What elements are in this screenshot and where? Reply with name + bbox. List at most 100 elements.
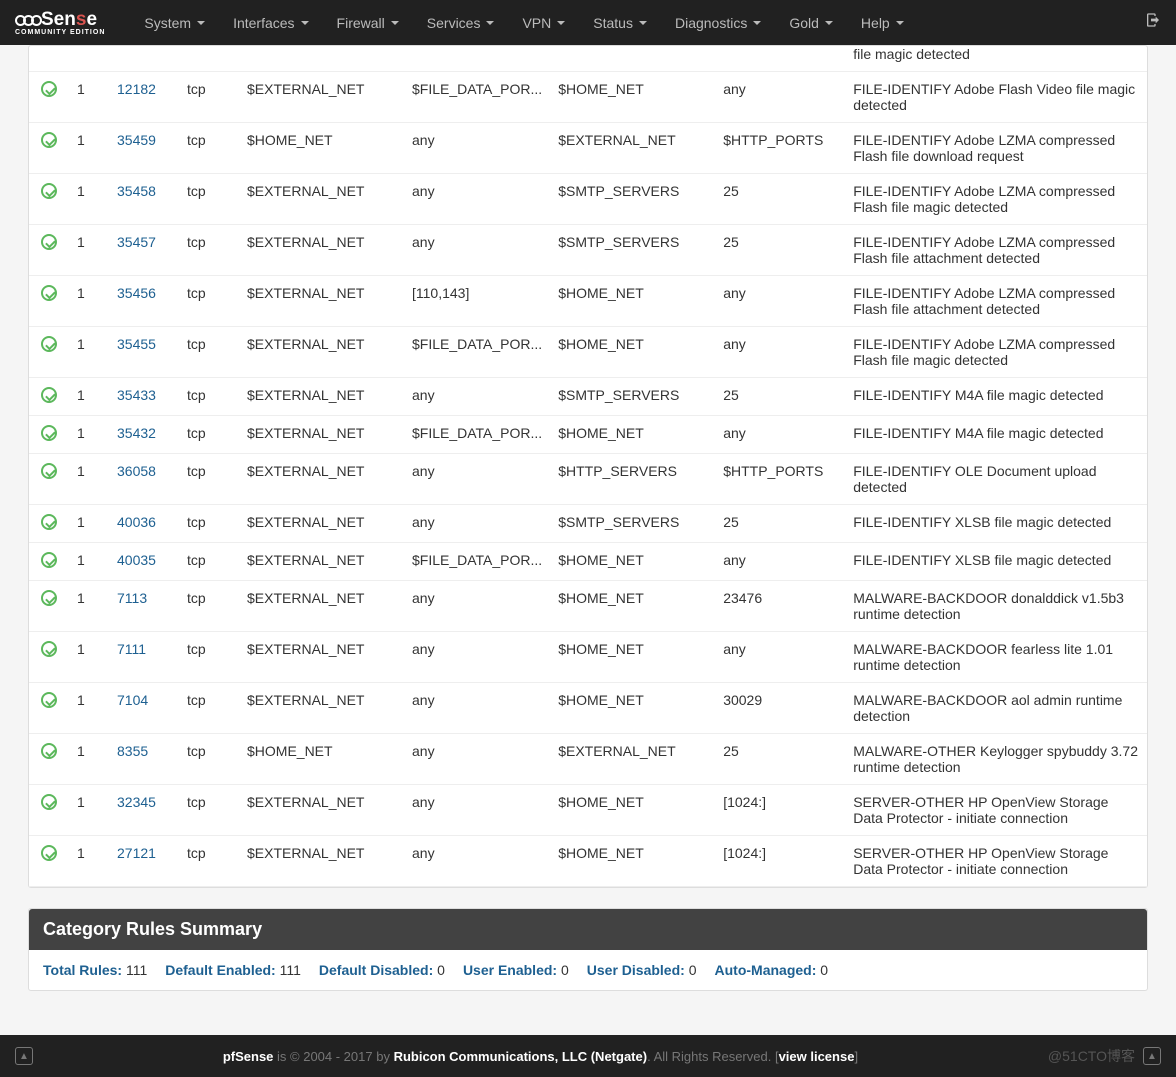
rule-dstport: any [715,276,845,327]
rule-srcport: any [404,581,550,632]
rule-gid: 1 [69,378,109,416]
view-license-link[interactable]: view license [779,1049,855,1064]
rule-dest: $HOME_NET [550,72,715,123]
rule-proto: tcp [179,454,239,505]
rule-proto: tcp [179,276,239,327]
rule-sid-link[interactable]: 27121 [117,845,156,861]
enabled-check-icon[interactable] [41,387,57,403]
rule-srcport: any [404,734,550,785]
rule-source: $HOME_NET [239,123,404,174]
rule-source: $EXTERNAL_NET [239,72,404,123]
summary-label: Auto-Managed: [715,962,817,978]
enabled-check-icon[interactable] [41,692,57,708]
nav-item-help[interactable]: Help [847,0,918,45]
logout-icon[interactable] [1145,12,1161,33]
nav-item-interfaces[interactable]: Interfaces [219,0,322,45]
enabled-check-icon[interactable] [41,845,57,861]
rule-sid-link[interactable]: 7111 [117,641,146,657]
rule-message: MALWARE-OTHER Keylogger spybuddy 3.72 ru… [845,734,1147,785]
rule-proto: tcp [179,785,239,836]
enabled-check-icon[interactable] [41,234,57,250]
rule-proto: tcp [179,416,239,454]
enabled-check-icon[interactable] [41,285,57,301]
summary-panel: Category Rules Summary Total Rules: 111 D… [28,908,1148,991]
table-row: 132345tcp$EXTERNAL_NETany$HOME_NET[1024:… [29,785,1147,836]
rule-dstport: 25 [715,505,845,543]
rule-sid-link[interactable]: 8355 [117,743,148,759]
rule-sid-link[interactable]: 35457 [117,234,156,250]
rule-sid-link[interactable]: 40035 [117,552,156,568]
rule-sid-link[interactable]: 35432 [117,425,156,441]
caret-down-icon [557,21,565,25]
scroll-top-icon[interactable]: ▲ [15,1047,33,1065]
rule-gid: 1 [69,327,109,378]
rule-sid-link[interactable]: 35456 [117,285,156,301]
enabled-check-icon[interactable] [41,743,57,759]
summary-header: Category Rules Summary [29,909,1147,950]
logo-subtitle: COMMUNITY EDITION [15,29,105,36]
enabled-check-icon[interactable] [41,514,57,530]
watermark: @51CTO博客 [1048,1046,1135,1066]
rule-sid-link[interactable]: 36058 [117,463,156,479]
nav-item-vpn[interactable]: VPN [508,0,579,45]
rule-proto: tcp [179,836,239,887]
rule-sid-link[interactable]: 35433 [117,387,156,403]
rule-dest: $HOME_NET [550,416,715,454]
enabled-check-icon[interactable] [41,81,57,97]
nav-item-diagnostics[interactable]: Diagnostics [661,0,775,45]
rule-sid-link[interactable]: 12182 [117,81,156,97]
rule-sid-link[interactable]: 7113 [117,590,147,606]
rule-gid: 1 [69,505,109,543]
rule-source: $EXTERNAL_NET [239,683,404,734]
table-row: 135457tcp$EXTERNAL_NETany$SMTP_SERVERS25… [29,225,1147,276]
rule-sid-link[interactable]: 40036 [117,514,156,530]
table-row: file magic detected [29,46,1147,72]
rule-dstport: any [715,543,845,581]
rule-dstport: 25 [715,225,845,276]
footer-text: pfSense is © 2004 - 2017 by Rubicon Comm… [33,1049,1048,1064]
enabled-check-icon[interactable] [41,463,57,479]
scroll-top-icon-right[interactable]: ▲ [1143,1047,1161,1065]
nav-item-status[interactable]: Status [579,0,661,45]
rule-dstport: any [715,416,845,454]
enabled-check-icon[interactable] [41,336,57,352]
enabled-check-icon[interactable] [41,794,57,810]
table-row: 17104tcp$EXTERNAL_NETany$HOME_NET30029MA… [29,683,1147,734]
logo[interactable]: Sense COMMUNITY EDITION [15,9,105,36]
rule-sid-link[interactable]: 35458 [117,183,156,199]
enabled-check-icon[interactable] [41,183,57,199]
caret-down-icon [896,21,904,25]
enabled-check-icon[interactable] [41,552,57,568]
enabled-check-icon[interactable] [41,641,57,657]
rules-panel: file magic detected 112182tcp$EXTERNAL_N… [28,45,1148,888]
rule-srcport: $FILE_DATA_POR... [404,543,550,581]
rule-dest: $EXTERNAL_NET [550,734,715,785]
rule-dstport: [1024:] [715,836,845,887]
rule-proto: tcp [179,225,239,276]
rule-source: $HOME_NET [239,734,404,785]
rule-message: FILE-IDENTIFY Adobe Flash Video file mag… [845,72,1147,123]
rule-proto: tcp [179,505,239,543]
rule-sid-link[interactable]: 35459 [117,132,156,148]
rule-sid-link[interactable]: 35455 [117,336,156,352]
rule-message: file magic detected [845,46,1147,72]
rule-dest: $EXTERNAL_NET [550,123,715,174]
enabled-check-icon[interactable] [41,132,57,148]
caret-down-icon [753,21,761,25]
summary-item: Total Rules: 111 [43,962,147,978]
caret-down-icon [486,21,494,25]
nav-item-system[interactable]: System [130,0,219,45]
enabled-check-icon[interactable] [41,590,57,606]
summary-value: 0 [437,962,445,978]
rule-source: $EXTERNAL_NET [239,505,404,543]
rule-sid-link[interactable]: 7104 [117,692,148,708]
table-row: 140035tcp$EXTERNAL_NET$FILE_DATA_POR...$… [29,543,1147,581]
enabled-check-icon[interactable] [41,425,57,441]
nav-item-firewall[interactable]: Firewall [323,0,413,45]
nav-item-services[interactable]: Services [413,0,509,45]
summary-item: Default Enabled: 111 [165,962,301,978]
rule-srcport: any [404,632,550,683]
rule-message: FILE-IDENTIFY Adobe LZMA compressed Flas… [845,174,1147,225]
nav-item-gold[interactable]: Gold [775,0,847,45]
rule-sid-link[interactable]: 32345 [117,794,156,810]
